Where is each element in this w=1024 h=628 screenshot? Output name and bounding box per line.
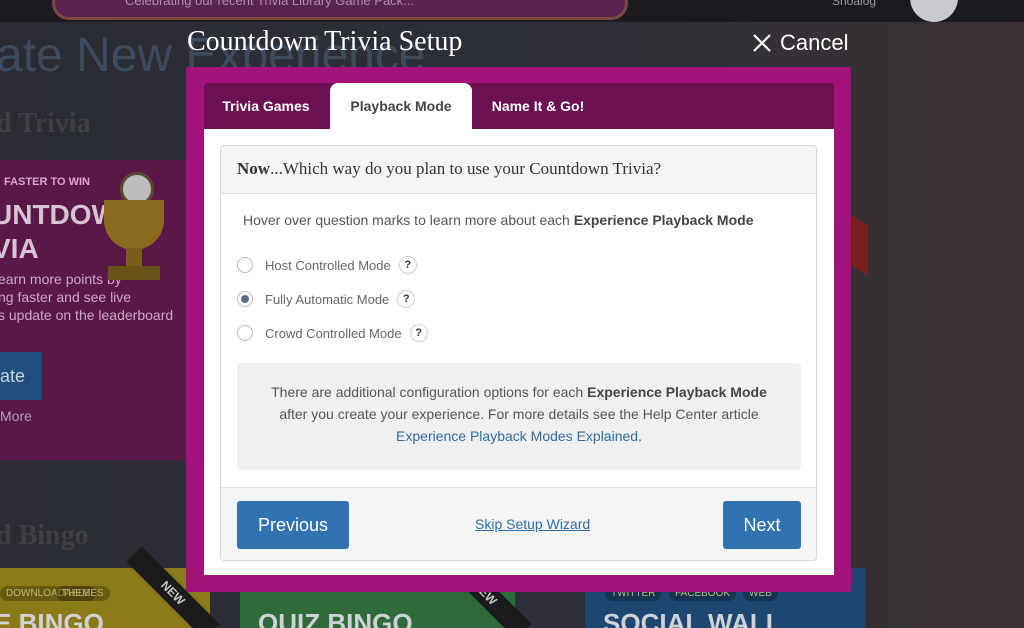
playback-mode-panel: Now...Which way do you plan to use your … <box>220 145 817 561</box>
radio-button[interactable] <box>237 325 253 341</box>
help-article-link[interactable]: Experience Playback Modes Explained <box>396 428 638 444</box>
question-text: ...Which way do you plan to use your Cou… <box>270 159 662 178</box>
decoration <box>850 214 868 276</box>
hint-label: Hover over question marks to learn more … <box>243 212 574 228</box>
info-text: after you create your experience. For mo… <box>279 406 759 422</box>
mode-option-crowd-controlled[interactable]: Crowd Controlled Mode ? <box>237 324 428 342</box>
panel-heading: Now...Which way do you plan to use your … <box>221 146 816 194</box>
card-eyebrow: FASTER TO WIN <box>4 176 90 188</box>
tab-name-it-and-go[interactable]: Name It & Go! <box>474 83 602 129</box>
mode-label: Crowd Controlled Mode <box>265 325 402 341</box>
help-icon[interactable]: ? <box>409 324 428 342</box>
info-box: There are additional configuration optio… <box>237 363 801 470</box>
bingo-card-label: QUIZ BINGO <box>258 608 413 628</box>
section-title-trivia: d Trivia <box>0 108 91 139</box>
info-text: There are additional configuration optio… <box>271 384 588 400</box>
next-button[interactable]: Next <box>723 501 801 549</box>
previous-button[interactable]: Previous <box>237 501 349 549</box>
info-text: . <box>638 428 642 444</box>
bingo-card[interactable]: DOWNLOADABLE THEMES E BINGO NEW <box>0 546 220 628</box>
trophy-icon <box>80 160 190 290</box>
radio-button[interactable] <box>237 257 253 273</box>
more-link[interactable]: More <box>0 408 32 424</box>
modal-title: Countdown Trivia Setup <box>187 26 463 57</box>
help-icon[interactable]: ? <box>397 290 416 308</box>
bingo-card-label: E BINGO <box>0 608 104 628</box>
banner-text: Celebrating our recent Trivia Library Ga… <box>125 0 415 8</box>
hint-text: Hover over question marks to learn more … <box>243 212 754 228</box>
section-title-bingo: d Bingo <box>0 520 89 551</box>
tag-badge: THEMES <box>56 586 110 601</box>
user-name[interactable]: Shoalog <box>832 0 876 8</box>
create-button[interactable]: ate <box>0 352 42 400</box>
info-bold: Experience Playback Mode <box>587 384 767 400</box>
close-icon <box>753 34 771 52</box>
mode-option-host-controlled[interactable]: Host Controlled Mode ? <box>237 256 417 274</box>
question-bold: Now <box>237 159 271 178</box>
mode-label: Host Controlled Mode <box>265 257 391 273</box>
social-wall-label: SOCIAL WALL <box>603 608 782 628</box>
hint-bold: Experience Playback Mode <box>573 212 754 228</box>
announcement-banner[interactable]: Celebrating our recent Trivia Library Ga… <box>52 0 628 20</box>
mode-label: Fully Automatic Mode <box>265 291 390 307</box>
skip-setup-wizard-link[interactable]: Skip Setup Wizard <box>475 516 590 532</box>
cancel-label: Cancel <box>780 30 849 55</box>
mode-option-fully-automatic[interactable]: Fully Automatic Mode ? <box>237 290 416 308</box>
cancel-button[interactable]: Cancel <box>752 30 848 56</box>
tab-trivia-games[interactable]: Trivia Games <box>204 83 328 129</box>
help-icon[interactable]: ? <box>398 256 417 274</box>
tab-playback-mode[interactable]: Playback Mode <box>330 83 472 129</box>
radio-button-selected[interactable] <box>237 291 253 307</box>
